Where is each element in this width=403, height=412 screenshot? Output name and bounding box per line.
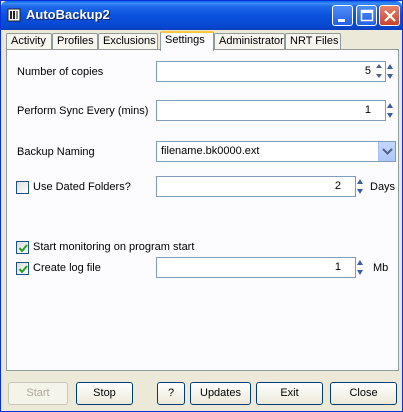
app-icon [7,8,21,22]
exit-button[interactable]: Exit [256,382,323,405]
copies-value: 5 [364,65,371,77]
tab-administrator[interactable]: Administrator [214,33,285,50]
maximize-button[interactable] [356,5,377,26]
dated-days-stepper[interactable]: 2 [156,176,356,197]
tab-nrt-files[interactable]: NRT Files [285,33,341,50]
help-button[interactable]: ? [157,382,185,405]
start-monitoring-checkbox[interactable] [16,241,29,254]
maximize-icon [360,9,374,22]
spin-up-icon[interactable] [373,62,385,71]
copies-stepper[interactable]: 5 [156,61,386,82]
app-window: AutoBackup2 Activity Profiles Exclusions… [0,0,403,412]
start-monitoring-label: Start monitoring on program start [33,241,195,253]
create-log-label: Create log file [33,262,101,274]
title-bar[interactable]: AutoBackup2 [1,1,402,30]
stop-button[interactable]: Stop [76,382,133,405]
dated-days-value: 2 [334,180,341,192]
create-log-checkbox[interactable] [16,262,29,275]
copies-spinner[interactable] [373,62,385,81]
copies-spin-arrows[interactable] [385,61,395,82]
sync-stepper[interactable]: 1 [156,100,386,121]
naming-value: filename.bk0000.ext [161,145,260,157]
dated-days-unit: Days [370,181,396,193]
chevron-down-icon [382,148,393,155]
window-title: AutoBackup2 [26,7,110,22]
dated-folders-label: Use Dated Folders? [33,181,131,193]
close-window-button[interactable] [379,5,400,26]
sync-spin-arrows[interactable] [385,100,395,121]
log-size-stepper[interactable]: 1 [156,257,356,278]
tab-profiles[interactable]: Profiles [52,33,98,50]
checkmark-icon [18,244,28,253]
tab-activity[interactable]: Activity [6,33,52,50]
updates-button[interactable]: Updates [190,382,251,405]
copies-label: Number of copies [17,66,104,78]
tab-exclusions[interactable]: Exclusions [98,33,158,50]
dated-folders-checkbox[interactable] [16,181,29,194]
close-icon [384,10,396,22]
naming-dropdown-button[interactable] [378,142,395,161]
log-size-unit: Mb [373,262,389,274]
checkmark-icon [18,265,28,274]
naming-label: Backup Naming [17,146,95,158]
start-button[interactable]: Start [8,382,68,405]
minimize-button[interactable] [332,5,353,26]
naming-select[interactable]: filename.bk0000.ext [156,141,396,162]
dated-spin-arrows[interactable] [355,176,365,197]
tab-settings[interactable]: Settings [160,31,214,51]
sync-label: Perform Sync Every (mins) [17,105,149,117]
close-button[interactable]: Close [330,382,397,405]
spin-down-icon[interactable] [373,72,385,81]
sync-value: 1 [364,104,371,116]
log-size-value: 1 [334,261,341,273]
minimize-icon [338,19,345,22]
settings-panel [6,49,399,371]
log-spin-arrows[interactable] [355,257,365,278]
